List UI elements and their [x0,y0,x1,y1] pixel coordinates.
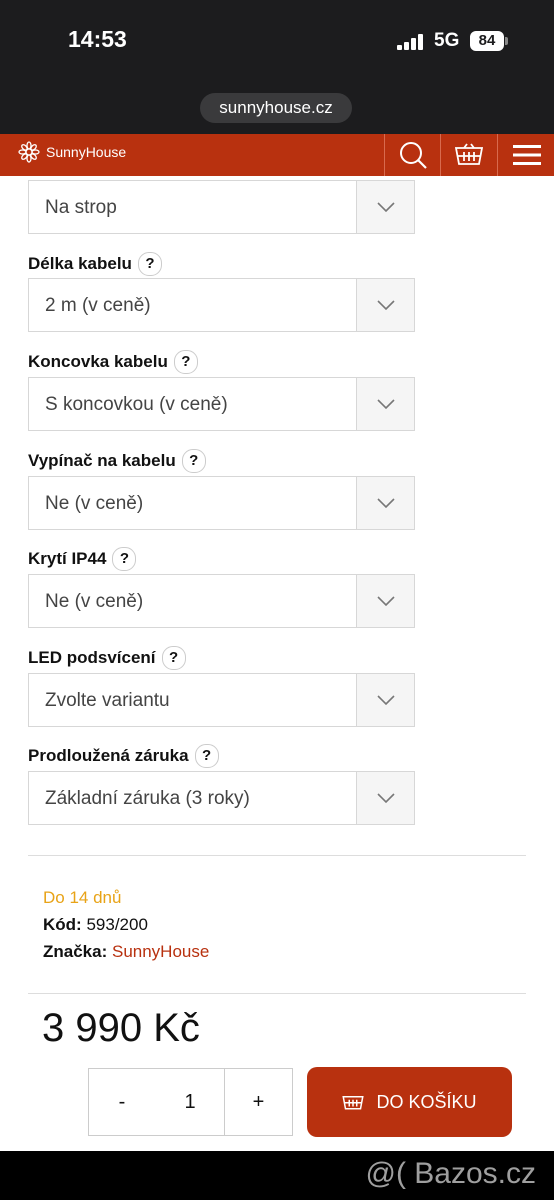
brand-label: Značka: [43,942,108,961]
add-to-cart-label: DO KOŠÍKU [376,1091,477,1112]
option-label: Vypínač na kabelu [28,451,176,470]
hamburger-icon [512,145,541,165]
status-bar: 14:53 5G 84 sunnyhouse.cz [0,0,554,134]
select-warranty[interactable]: Základní záruka (3 roky) [28,771,415,825]
status-time: 14:53 [68,26,127,52]
quantity-plus-button[interactable]: + [224,1068,293,1136]
network-label: 5G [434,30,460,51]
select-value: S koncovkou (v ceně) [45,394,228,415]
select-mounting[interactable]: Na strop [28,180,415,234]
brand-link[interactable]: SunnyHouse [112,942,209,961]
sun-logo-icon [18,141,40,163]
product-brand: Značka: SunnyHouse [43,942,209,962]
code-value: 593/200 [86,915,148,934]
label-ip44: Krytí IP44 ? [28,547,137,571]
label-led: LED podsvícení ? [28,646,186,670]
select-cable-end[interactable]: S koncovkou (v ceně) [28,377,415,431]
select-value: Ne (v ceně) [45,591,144,612]
basket-icon [455,143,483,165]
site-header: SunnyHouse [0,134,554,176]
signal-icon [397,34,423,50]
price: 3 990 Kč [42,1006,200,1050]
battery-icon: 84 [470,31,504,51]
logo[interactable]: SunnyHouse [18,141,126,163]
divider [28,855,526,856]
code-label: Kód: [43,915,82,934]
select-led[interactable]: Zvolte variantu [28,673,415,727]
label-cable-end: Koncovka kabelu ? [28,350,198,374]
option-label: Koncovka kabelu [28,352,168,371]
help-icon[interactable]: ? [181,449,206,473]
help-icon[interactable]: ? [112,547,137,571]
chevron-down-icon [356,477,414,529]
help-icon[interactable]: ? [173,350,198,374]
select-value: Na strop [45,197,117,218]
help-icon[interactable]: ? [137,252,162,276]
battery-tip [505,37,508,45]
label-warranty: Prodloužená záruka ? [28,744,219,768]
option-label: Délka kabelu [28,254,132,273]
select-ip44[interactable]: Ne (v ceně) [28,574,415,628]
chevron-down-icon [356,279,414,331]
option-label: Prodloužená záruka [28,746,189,765]
select-value: Zvolte variantu [45,690,170,711]
label-cable-switch: Vypínač na kabelu ? [28,449,206,473]
url-bar[interactable]: sunnyhouse.cz [200,93,352,123]
basket-icon [342,1096,365,1110]
label-cable-length: Délka kabelu ? [28,252,162,276]
help-icon[interactable]: ? [194,744,219,768]
select-cable-switch[interactable]: Ne (v ceně) [28,476,415,530]
select-value: Základní záruka (3 roky) [45,788,250,809]
watermark: @( Bazos.cz [365,1157,537,1190]
chevron-down-icon [356,772,414,824]
chevron-down-icon [356,575,414,627]
add-to-cart-button[interactable]: DO KOŠÍKU [307,1067,512,1137]
search-button[interactable] [384,134,441,176]
chevron-down-icon [356,674,414,726]
divider [28,993,526,994]
select-value: Ne (v ceně) [45,493,144,514]
menu-button[interactable] [497,134,554,176]
chevron-down-icon [356,378,414,430]
quantity-minus-button[interactable]: - [88,1068,156,1136]
help-icon[interactable]: ? [161,646,186,670]
availability: Do 14 dnů [43,888,122,907]
chevron-down-icon [356,181,414,233]
select-cable-length[interactable]: 2 m (v ceně) [28,278,415,332]
product-code: Kód: 593/200 [43,915,148,935]
quantity-input[interactable]: 1 [155,1068,225,1136]
search-icon [400,142,427,169]
cart-button[interactable] [440,134,497,176]
select-value: 2 m (v ceně) [45,295,151,316]
bottom-bar: @( Bazos.cz [0,1151,554,1200]
option-label: Krytí IP44 [28,549,107,568]
logo-text: SunnyHouse [46,144,127,160]
option-label: LED podsvícení [28,648,156,667]
